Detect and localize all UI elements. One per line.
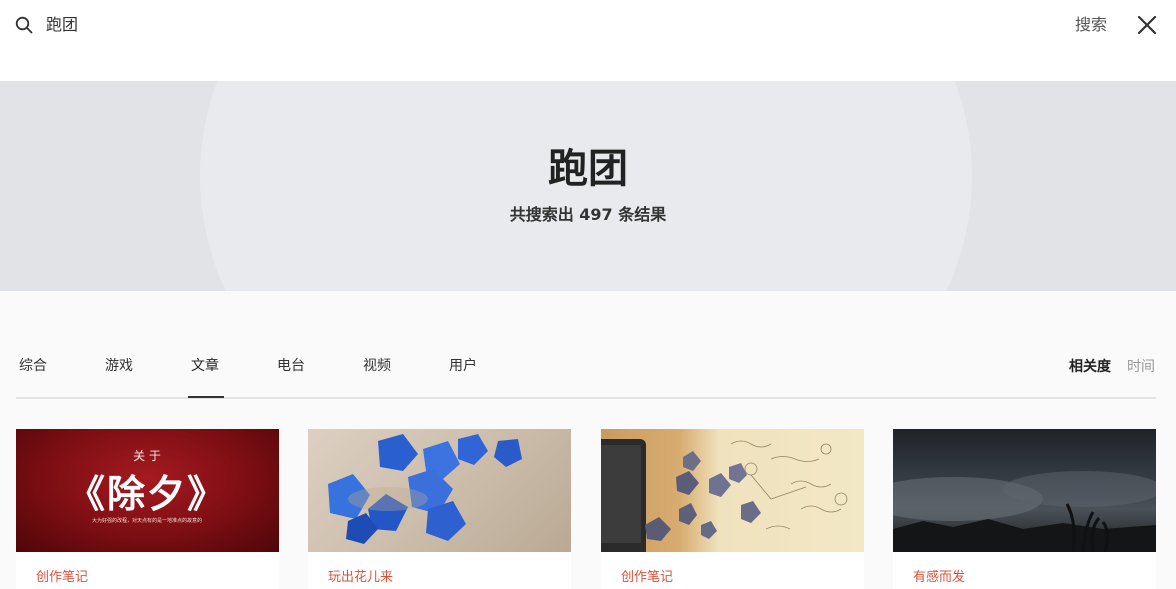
result-type-tabs: 综合 游戏 文章 电台 视频 用户 相关度 时间	[16, 345, 1156, 399]
poster-subtitle: 关 于	[133, 449, 161, 463]
sort-by-relevance[interactable]: 相关度	[1069, 357, 1111, 377]
active-tab-indicator	[188, 396, 224, 398]
search-hero: 跑团 共搜索出 497 条结果	[0, 81, 1176, 291]
article-thumbnail	[308, 429, 571, 552]
poster-title: 《除夕》	[66, 471, 227, 516]
dice-and-notes-image	[601, 439, 848, 552]
tab-radio[interactable]: 电台	[277, 356, 305, 376]
dark-landscape-image	[893, 471, 1156, 552]
tab-comprehensive[interactable]: 综合	[19, 356, 47, 376]
poster-caption: 大为好强的改程，对天点有的是一地准点的故意的	[91, 518, 202, 524]
search-button[interactable]: 搜索	[1075, 14, 1107, 36]
article-card[interactable]: 玩出花儿来	[308, 429, 571, 589]
sort-by-time[interactable]: 时间	[1127, 357, 1155, 377]
tab-games[interactable]: 游戏	[105, 356, 133, 376]
search-input[interactable]: 跑团	[46, 15, 78, 35]
tab-users[interactable]: 用户	[449, 356, 477, 376]
close-icon[interactable]	[1137, 15, 1157, 35]
tab-videos[interactable]: 视频	[363, 356, 391, 376]
tab-articles[interactable]: 文章	[191, 356, 219, 376]
article-card[interactable]: 创作笔记	[601, 429, 864, 589]
dice-image	[328, 434, 522, 544]
article-category-tag[interactable]: 玩出花儿来	[328, 569, 393, 587]
result-count: 共搜索出 497 条结果	[509, 205, 667, 224]
article-category-tag[interactable]: 创作笔记	[621, 569, 673, 587]
article-thumbnail	[893, 429, 1156, 552]
article-category-tag[interactable]: 创作笔记	[36, 569, 88, 587]
article-card[interactable]: 关 于 《除夕》 大为好强的改程，对天点有的是一地准点的故意的 创作笔记	[16, 429, 279, 589]
search-bar: 跑团 搜索	[0, 0, 1176, 81]
search-keyword-title: 跑团	[548, 146, 628, 192]
article-thumbnail: 关 于 《除夕》 大为好强的改程，对天点有的是一地准点的故意的	[16, 429, 279, 552]
article-card[interactable]: 有感而发	[893, 429, 1156, 589]
search-icon	[15, 16, 33, 34]
article-category-tag[interactable]: 有感而发	[913, 569, 965, 587]
article-thumbnail	[601, 429, 864, 552]
